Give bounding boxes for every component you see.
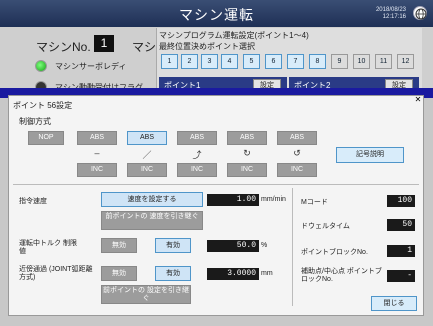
symbol-help-button[interactable]: 記号説明 — [336, 147, 404, 163]
dwell-value[interactable]: 50 — [387, 219, 415, 231]
near-pass-value[interactable]: 3.0000 — [207, 268, 259, 280]
aux-block-label: 補助点/中心点 ポイントブロックNo. — [301, 268, 382, 283]
date-text: 2018/08/23 — [375, 7, 406, 13]
point-select-5[interactable]: 5 — [243, 54, 260, 69]
nop-button[interactable]: NOP — [28, 131, 64, 145]
torque-label: 運転中トルク 制限値 — [19, 240, 77, 255]
inc-button-ccw[interactable]: INC — [277, 163, 317, 177]
torque-on-button[interactable]: 有効 — [155, 238, 191, 253]
inherit-setting-button[interactable]: 前ポイントの 設定を引き継ぐ — [101, 285, 191, 304]
servo-ready-lamp — [35, 60, 47, 72]
abs-button-interp[interactable]: ABS — [127, 131, 167, 145]
aux-block-value[interactable]: - — [387, 270, 415, 282]
torque-unit: % — [261, 242, 268, 249]
point-block-value[interactable]: 1 — [387, 245, 415, 257]
inc-button-interp[interactable]: INC — [127, 163, 167, 177]
abs-button-cw[interactable]: ABS — [227, 131, 267, 145]
point-select-8[interactable]: 8 — [309, 54, 326, 69]
near-pass-on-button[interactable]: 有効 — [155, 266, 191, 281]
machine-number-label: マシンNo. — [36, 40, 91, 54]
speed-value[interactable]: 1.00 — [207, 194, 259, 206]
point-setting-dialog: ✕ ポイント 56設定 制御方式 NOP ABS ABS ABS ABS ABS… — [8, 95, 424, 316]
inc-button-cw[interactable]: INC — [227, 163, 267, 177]
point-select-10[interactable]: 10 — [353, 54, 370, 69]
cw-arc-symbol-icon: ↻ — [243, 148, 251, 158]
near-pass-unit: mm — [261, 270, 273, 277]
abs-button-linear[interactable]: ABS — [77, 131, 117, 145]
inc-button-aux[interactable]: INC — [177, 163, 217, 177]
program-panel: マシンプログラム運転設定(ポイント1～4) 最終位置決めポイント選択 1 2 3… — [156, 28, 422, 97]
set-speed-button[interactable]: 速度を設定する — [101, 192, 203, 207]
program-title: マシンプログラム運転設定(ポイント1～4) — [159, 31, 309, 40]
vertical-divider — [292, 188, 293, 306]
mcode-label: Mコード — [301, 199, 328, 206]
machine-number[interactable]: 1 — [94, 35, 114, 52]
program-subtitle: 最終位置決めポイント選択 — [159, 42, 255, 51]
point-select-7[interactable]: 7 — [287, 54, 304, 69]
title-bar: マシン運転 2018/08/23 12:17:16 — [0, 0, 433, 27]
near-pass-label: 近傍通過 (JOINT弧距離方式) — [19, 266, 93, 281]
abs-button-aux[interactable]: ABS — [177, 131, 217, 145]
aux-point-symbol-icon: ⤴ — [192, 150, 202, 160]
near-pass-off-button[interactable]: 無効 — [101, 266, 137, 281]
inherit-speed-button[interactable]: 前ポイントの 速度を引き継ぐ — [101, 211, 203, 230]
torque-off-button[interactable]: 無効 — [101, 238, 137, 253]
point-select-3[interactable]: 3 — [201, 54, 218, 69]
close-icon[interactable]: ✕ — [414, 96, 422, 104]
window-title: マシン運転 — [179, 7, 254, 23]
speed-label: 指令速度 — [19, 198, 47, 205]
point-select-1[interactable]: 1 — [161, 54, 178, 69]
interpolation-symbol-icon: ／ — [142, 150, 152, 160]
point-select-2[interactable]: 2 — [181, 54, 198, 69]
point-block-label: ポイントブロックNo. — [301, 249, 368, 256]
point-select-9[interactable]: 9 — [331, 54, 348, 69]
dwell-label: ドウェルタイム — [301, 223, 350, 230]
speed-unit: mm/min — [261, 196, 286, 203]
point-select-4[interactable]: 4 — [221, 54, 238, 69]
close-button[interactable]: 閉じる — [371, 296, 417, 311]
inc-button-linear[interactable]: INC — [77, 163, 117, 177]
datetime: 2018/08/23 12:17:16 — [376, 7, 406, 21]
dialog-title: ポイント 56設定 — [13, 101, 73, 110]
point-select-11[interactable]: 11 — [375, 54, 392, 69]
control-method-label: 制御方式 — [19, 117, 51, 126]
divider — [13, 184, 419, 185]
linear-symbol-icon: – — [94, 148, 100, 158]
ccw-arc-symbol-icon: ↺ — [293, 148, 301, 158]
mcode-value[interactable]: 100 — [387, 195, 415, 207]
point-select-12[interactable]: 12 — [397, 54, 414, 69]
point-select-6[interactable]: 6 — [265, 54, 282, 69]
servo-ready-label: マシンサーボレディ — [55, 62, 127, 71]
machine-label-truncated: マシ — [132, 40, 157, 54]
time-text: 12:17:16 — [382, 14, 406, 20]
abs-button-ccw[interactable]: ABS — [277, 131, 317, 145]
globe-icon[interactable] — [413, 6, 427, 20]
torque-value[interactable]: 50.0 — [207, 240, 259, 252]
